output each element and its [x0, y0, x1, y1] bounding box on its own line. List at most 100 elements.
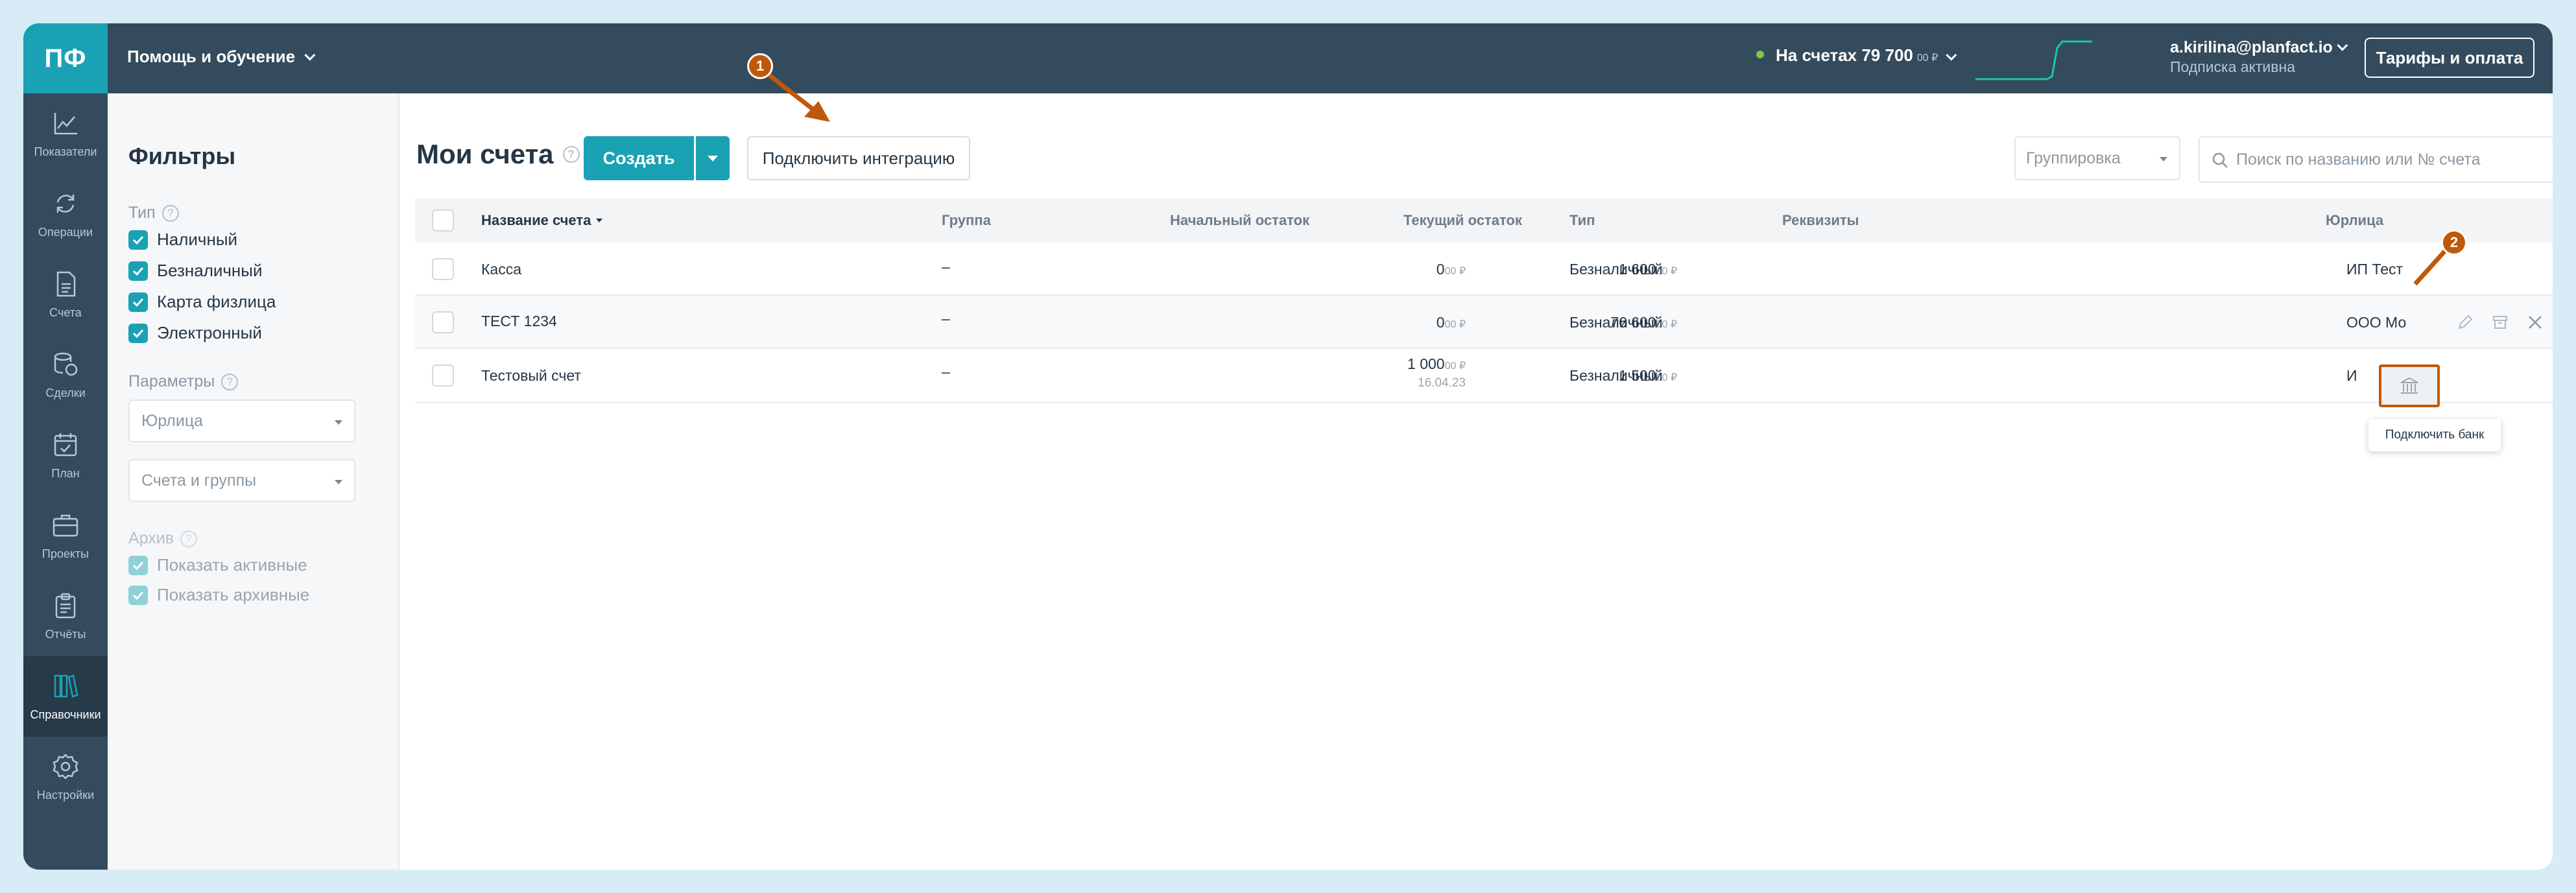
sidebar-item-references[interactable]: Справочники: [23, 656, 108, 737]
type-label: Тип ?: [128, 204, 179, 222]
table-row[interactable]: Касса – 000 ₽ 1 60000 ₽ Безналичный ИП Т…: [415, 243, 2553, 296]
column-header-requisites[interactable]: Реквизиты: [1782, 198, 1859, 243]
account-group: –: [942, 310, 950, 327]
page-title: Мои счета ?: [416, 139, 580, 170]
user-email-row: a.kirilina@planfact.io: [2170, 38, 2348, 57]
account-group: –: [942, 363, 950, 380]
search-icon: [2212, 152, 2228, 168]
help-icon[interactable]: ?: [180, 530, 198, 547]
edit-icon[interactable]: [2455, 313, 2475, 332]
select-all-checkbox[interactable]: [432, 209, 454, 232]
row-checkbox[interactable]: [432, 258, 454, 280]
checkbox-checked-icon: [128, 323, 148, 343]
caret-down-icon: [708, 155, 718, 161]
start-balance-value: 0: [1436, 314, 1445, 331]
type-checkbox-electronic[interactable]: Электронный: [128, 323, 262, 343]
column-header-start-balance[interactable]: Начальный остаток: [1170, 198, 1309, 243]
chevron-down-icon: [304, 49, 316, 61]
app-logo[interactable]: ПФ: [23, 23, 108, 93]
account-name[interactable]: Тестовый счет: [481, 367, 581, 385]
tariffs-button[interactable]: Тарифы и оплата: [2365, 38, 2534, 78]
type-option-label: Карта физлица: [157, 292, 276, 311]
archive-option-label: Показать архивные: [157, 585, 310, 604]
start-balance: 000 ₽: [1291, 261, 1466, 278]
sidebar-item-deals[interactable]: Сделки: [23, 335, 108, 415]
connect-bank-button[interactable]: [2379, 364, 2440, 407]
type-option-label: Электронный: [157, 323, 262, 342]
grouping-select[interactable]: Группировка: [2014, 136, 2180, 180]
table-header: Название счета Группа Начальный остаток …: [415, 198, 2553, 243]
help-icon[interactable]: ?: [221, 373, 239, 390]
search-input[interactable]: Поиск по названию или № счета: [2199, 136, 2553, 183]
status-dot: [1756, 51, 1764, 58]
account-group: –: [942, 258, 950, 275]
checkbox-checked-icon: [128, 585, 148, 605]
coins-icon: [54, 352, 78, 375]
sidebar-item-label: Счета: [49, 305, 82, 319]
account-type: Безналичный: [1569, 367, 1663, 384]
legal-entity-select[interactable]: Юрлица: [128, 399, 355, 442]
table-row[interactable]: Тестовый счет – 1 00000 ₽ 16.04.23 1 500…: [415, 349, 2553, 403]
column-header-name[interactable]: Название счета: [481, 198, 603, 243]
create-dropdown-button[interactable]: [696, 136, 730, 180]
sidebar-item-label: План: [51, 466, 80, 480]
sidebar-item-label: Настройки: [36, 788, 95, 802]
account-name[interactable]: Касса: [481, 261, 521, 278]
start-balance-value: 0: [1436, 261, 1445, 278]
balance-label: На счетах 79 700: [1776, 45, 1913, 65]
start-balance-cents: 00 ₽: [1444, 361, 1466, 372]
help-menu[interactable]: Помощь и обучение: [127, 47, 316, 67]
create-button[interactable]: Создать: [584, 136, 694, 180]
checkbox-checked-icon: [128, 230, 148, 250]
sidebar-item-dashboard[interactable]: Показатели: [23, 93, 108, 174]
row-checkbox[interactable]: [432, 364, 454, 387]
help-icon[interactable]: ?: [562, 146, 580, 163]
sidebar-item-reports[interactable]: Отчёты: [23, 576, 108, 656]
column-header-group[interactable]: Группа: [942, 198, 991, 243]
row-checkbox[interactable]: [432, 311, 454, 333]
user-menu[interactable]: a.kirilina@planfact.io Подписка активна: [2170, 38, 2348, 77]
type-checkbox-card[interactable]: Карта физлица: [128, 292, 276, 312]
annotation-badge-2: 2: [2441, 230, 2467, 256]
type-checkbox-cash[interactable]: Наличный: [128, 230, 237, 250]
params-label: Параметры ?: [128, 372, 239, 391]
help-icon[interactable]: ?: [161, 204, 179, 222]
balance-summary[interactable]: На счетах 79 700 00 ₽: [1756, 45, 1957, 65]
account-name[interactable]: ТЕСТ 1234: [481, 313, 557, 330]
connect-integration-button[interactable]: Подключить интеграцию: [747, 136, 970, 180]
subscription-status: Подписка активна: [2170, 58, 2295, 75]
archive-show-active[interactable]: Показать активные: [128, 555, 307, 575]
start-balance-date: 16.04.23: [1418, 376, 1466, 390]
briefcase-icon: [53, 514, 78, 536]
start-balance: 1 00000 ₽: [1291, 355, 1466, 373]
account-type: Безналичный: [1569, 314, 1663, 331]
sidebar-item-operations[interactable]: Операции: [23, 174, 108, 254]
archive-show-archived[interactable]: Показать архивные: [128, 585, 309, 605]
sidebar-item-label: Операции: [38, 225, 93, 239]
chevron-down-icon: [1946, 49, 1957, 61]
chart-line-icon: [54, 112, 77, 134]
column-header-current-balance[interactable]: Текущий остаток: [1403, 198, 1522, 243]
table-row[interactable]: ТЕСТ 1234 – 000 ₽ 76 60000 ₽ Безналичный…: [415, 296, 2553, 349]
legal-entity: ИП Тест: [2346, 261, 2403, 278]
sidebar-item-label: Отчёты: [45, 627, 86, 641]
refresh-icon: [56, 194, 75, 213]
type-option-label: Безналичный: [157, 261, 263, 280]
gear-icon: [53, 753, 78, 780]
type-checkbox-noncash[interactable]: Безналичный: [128, 261, 263, 281]
caret-down-icon: [335, 480, 342, 484]
close-icon[interactable]: [2525, 313, 2545, 332]
annotation-badge-1: 1: [747, 53, 773, 79]
sidebar-item-projects[interactable]: Проекты: [23, 495, 108, 576]
column-header-type[interactable]: Тип: [1569, 198, 1595, 243]
sidebar-item-accounts[interactable]: Счета: [23, 254, 108, 335]
account-type: Безналичный: [1569, 261, 1663, 278]
balance-sparkline: [1975, 40, 2092, 80]
archive-icon[interactable]: [2490, 313, 2510, 332]
sidebar-item-settings[interactable]: Настройки: [23, 737, 108, 817]
main-content: Мои счета ? Создать Подключить интеграци…: [400, 93, 2553, 870]
column-header-entity[interactable]: Юрлица: [2326, 198, 2383, 243]
accounts-groups-select[interactable]: Счета и группы: [128, 459, 355, 502]
sidebar-item-plan[interactable]: План: [23, 415, 108, 495]
chevron-down-icon: [2337, 40, 2348, 51]
